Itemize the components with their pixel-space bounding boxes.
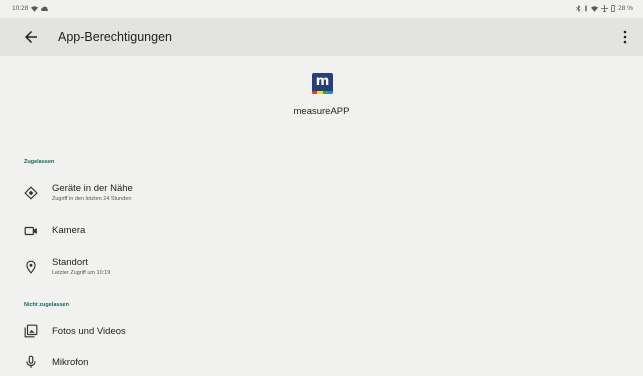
permission-label: Geräte in der Nähe bbox=[52, 183, 133, 194]
permission-item-camera[interactable]: Kamera bbox=[0, 219, 643, 243]
page-title: App-Berechtigungen bbox=[58, 30, 172, 44]
status-time: 10:28 bbox=[12, 5, 29, 12]
permission-label: Kamera bbox=[52, 225, 86, 236]
nearby-devices-icon bbox=[24, 186, 38, 200]
photos-icon bbox=[24, 324, 38, 338]
app-logo-stripe bbox=[312, 91, 333, 94]
status-bar-left: 10:28 bbox=[12, 5, 49, 12]
status-bar-right: 28 % bbox=[576, 5, 633, 12]
permission-label: Mikrofon bbox=[52, 357, 89, 368]
wifi-icon bbox=[31, 5, 39, 12]
app-name: measureAPP bbox=[293, 106, 350, 117]
permission-label: Fotos und Videos bbox=[52, 326, 126, 337]
permission-item-location[interactable]: Standort Letzter Zugriff um 10:19 bbox=[0, 256, 643, 280]
app-logo-letter: m bbox=[315, 74, 330, 89]
camera-icon bbox=[24, 226, 37, 236]
signal-icon bbox=[585, 5, 587, 12]
bluetooth-icon bbox=[576, 5, 581, 12]
permission-subtitle: Zugriff in den letzten 24 Stunden bbox=[52, 196, 132, 202]
battery-percent: 28 % bbox=[618, 5, 633, 12]
wifi-status-icon bbox=[591, 5, 599, 12]
section-title-allowed: Zugelassen bbox=[24, 159, 55, 165]
app-logo: m bbox=[312, 73, 333, 94]
section-title-not-allowed: Nicht zugelassen bbox=[24, 302, 69, 308]
permission-item-photos-videos[interactable]: Fotos und Videos bbox=[0, 320, 643, 344]
permission-item-microphone[interactable]: Mikrofon bbox=[0, 352, 643, 376]
microphone-icon bbox=[26, 355, 36, 368]
location-icon bbox=[26, 260, 36, 274]
arrow-back-icon[interactable] bbox=[22, 28, 40, 46]
app-bar: App-Berechtigungen bbox=[0, 18, 643, 56]
airplane-icon bbox=[601, 5, 609, 12]
more-vert-icon[interactable] bbox=[619, 28, 631, 46]
permission-item-nearby-devices[interactable]: Geräte in der Nähe Zugriff in den letzte… bbox=[0, 182, 643, 206]
status-bar: 10:28 28 % bbox=[0, 0, 643, 18]
cloud-icon bbox=[41, 6, 49, 11]
battery-icon bbox=[611, 5, 615, 12]
permission-label: Standort bbox=[52, 257, 88, 268]
permission-subtitle: Letzter Zugriff um 10:19 bbox=[52, 270, 111, 276]
